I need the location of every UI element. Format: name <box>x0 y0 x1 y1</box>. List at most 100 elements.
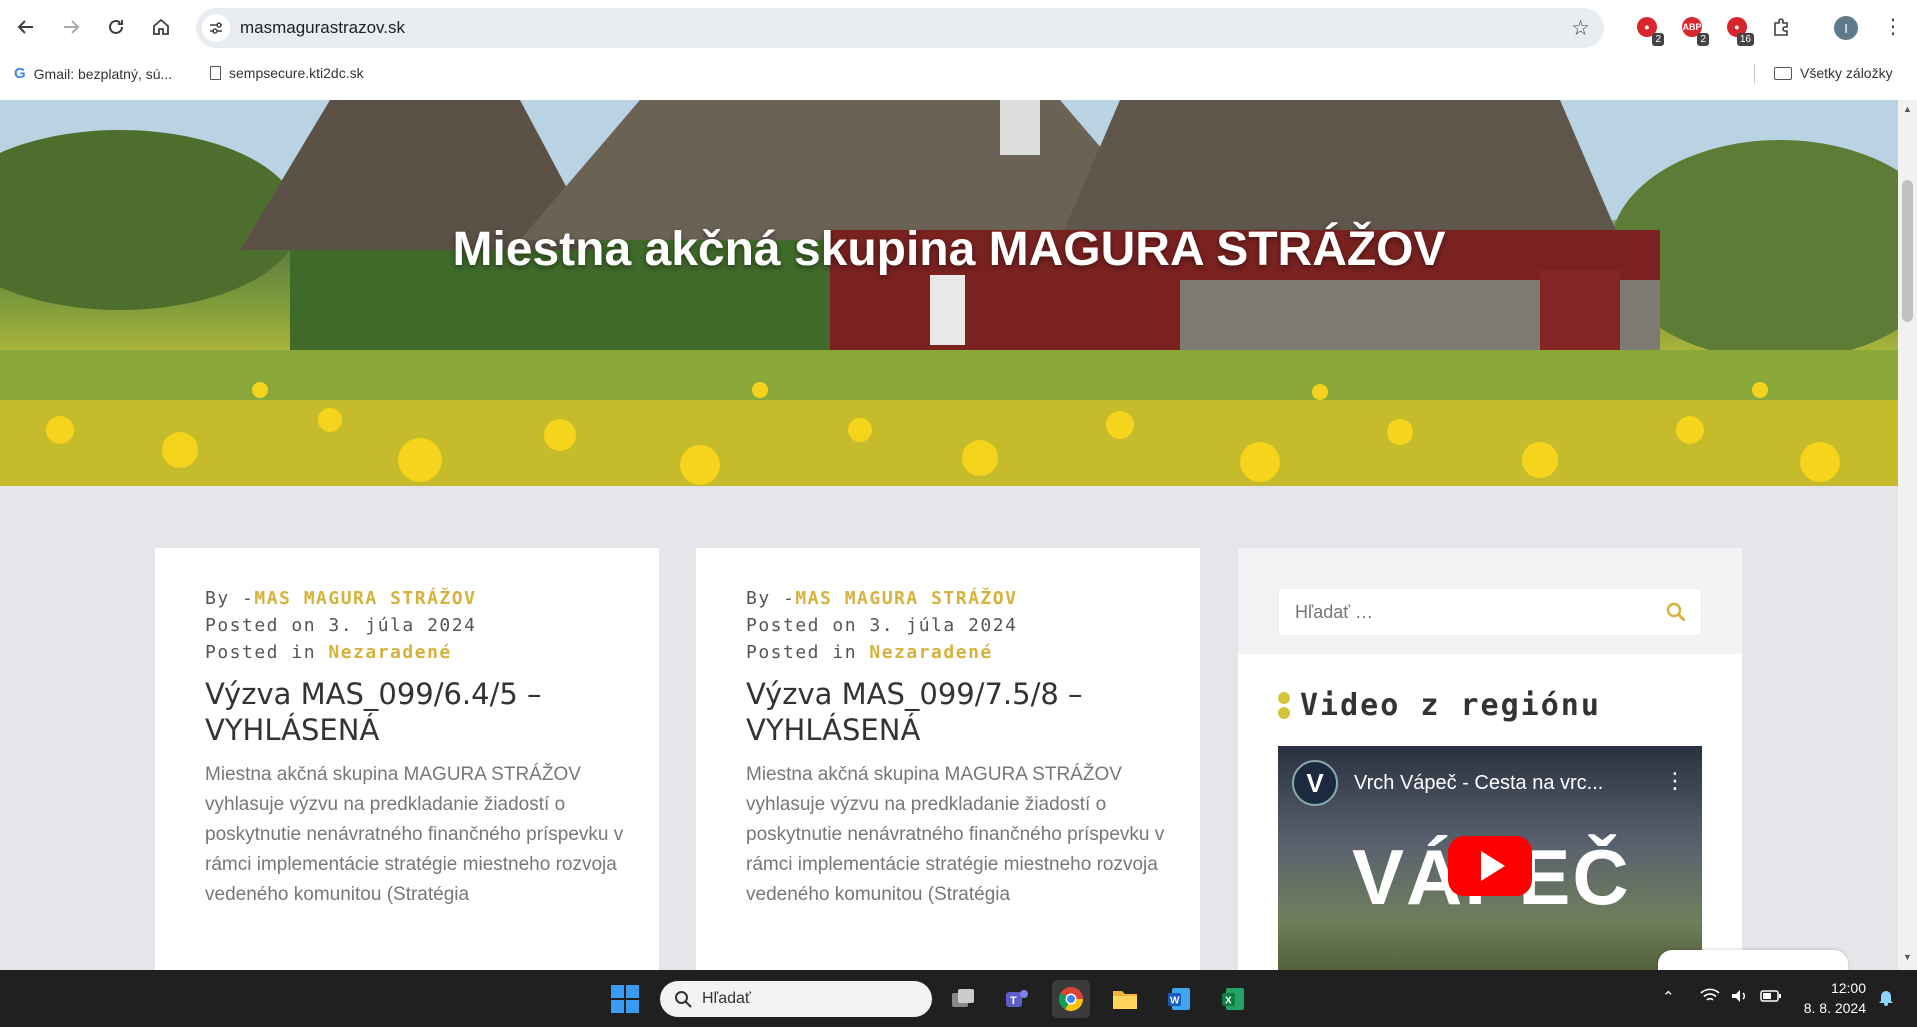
by-label: By - <box>205 588 255 609</box>
home-icon <box>153 18 169 35</box>
home-button[interactable] <box>146 12 176 42</box>
scrollbar-thumb[interactable] <box>1902 180 1913 322</box>
by-label: By - <box>746 588 796 609</box>
folder-icon <box>1113 991 1137 1009</box>
post-excerpt: Miestna akčná skupina MAGURA STRÁŽOV vyh… <box>746 764 1165 905</box>
posted-on-label: Posted on <box>205 615 329 636</box>
post-title[interactable]: Výzva MAS_099/7.5/8 – VYHLÁSENÁ <box>746 676 1146 748</box>
post-date[interactable]: 3. júla 2024 <box>869 615 1017 636</box>
excel-icon: X <box>1222 988 1244 1010</box>
system-clock[interactable]: 12:00 8. 8. 2024 <box>1800 978 1866 1018</box>
post-date-line: Posted on 3. júla 2024 <box>205 615 476 636</box>
teams-button[interactable]: T <box>998 980 1036 1018</box>
search-widget <box>1238 548 1742 654</box>
reload-button[interactable] <box>101 12 131 42</box>
extension-badge: 2 <box>1697 33 1709 46</box>
folder-icon <box>1774 66 1792 80</box>
channel-avatar[interactable]: V <box>1292 760 1338 806</box>
clock-date: 8. 8. 2024 <box>1803 1000 1866 1016</box>
address-bar[interactable]: masmagurastrazov.sk ☆ <box>196 8 1604 48</box>
post-date[interactable]: 3. júla 2024 <box>328 615 476 636</box>
chrome-taskbar-button[interactable] <box>1052 980 1090 1018</box>
word-button[interactable]: W <box>1160 980 1198 1018</box>
scroll-up-arrow-icon[interactable]: ▲ <box>1903 104 1912 114</box>
post-category-line: Posted in Nezaradené <box>746 642 993 663</box>
search-icon[interactable] <box>1665 601 1687 623</box>
post-author-link[interactable]: MAS MAGURA STRÁŽOV <box>795 588 1017 609</box>
arrow-left-icon <box>17 20 33 34</box>
extension-button-1[interactable]: ● 2 <box>1634 14 1664 46</box>
more-vertical-icon[interactable]: ⋮ <box>1664 768 1686 794</box>
svg-text:W: W <box>1170 996 1180 1007</box>
profile-avatar[interactable]: I <box>1834 16 1858 40</box>
page-icon <box>210 66 221 80</box>
clock-time: 12:00 <box>1830 980 1866 996</box>
taskbar-search[interactable]: Hľadať <box>660 981 932 1017</box>
sidebar: Video z regiónu V Vrch Vápeč - Cesta na … <box>1238 548 1742 970</box>
bookmarks-divider <box>1754 64 1755 84</box>
play-button[interactable] <box>1448 836 1532 896</box>
notification-bell-icon[interactable] <box>1878 988 1894 1010</box>
post-category-link[interactable]: Nezaradené <box>869 642 992 663</box>
extension-button-abp[interactable]: ABP 2 <box>1679 14 1709 46</box>
post-title[interactable]: Výzva MAS_099/6.4/5 – VYHLÁSENÁ <box>205 676 605 748</box>
browser-toolbar: masmagurastrazov.sk ☆ ● 2 ABP 2 ● 16 I ⋮ <box>0 0 1917 56</box>
hero-banner: Miestna akčná skupina MAGURA STRÁŽOV <box>0 100 1898 486</box>
bookmark-sempsecure[interactable]: sempsecure.kti2dc.sk <box>210 65 364 81</box>
google-icon: G <box>14 65 26 82</box>
heading-bullet-icon <box>1278 692 1290 719</box>
wifi-icon[interactable] <box>1700 988 1720 1008</box>
taskbar-search-label: Hľadať <box>702 990 751 1007</box>
puzzle-icon <box>1774 18 1788 36</box>
hero-farmhouse-image <box>0 100 1898 486</box>
bookmark-gmail[interactable]: G Gmail: bezplatný, sú... <box>14 65 172 82</box>
volume-icon[interactable] <box>1730 988 1750 1008</box>
windows-icon <box>611 985 639 1013</box>
site-info-icon[interactable] <box>202 14 230 42</box>
teams-icon: T <box>1006 990 1028 1007</box>
floating-widget-tab[interactable] <box>1658 950 1848 970</box>
bookmarks-bar: G Gmail: bezplatný, sú... sempsecure.kti… <box>0 60 1917 90</box>
posted-in-label: Posted in <box>746 642 870 663</box>
scroll-down-arrow-icon[interactable]: ▼ <box>1903 952 1912 962</box>
arrow-right-icon <box>64 20 80 34</box>
video-title[interactable]: Vrch Vápeč - Cesta na vrc... <box>1354 772 1603 795</box>
search-icon <box>675 991 692 1008</box>
posted-in-label: Posted in <box>205 642 329 663</box>
task-view-button[interactable] <box>944 980 982 1018</box>
page-viewport: Miestna akčná skupina MAGURA STRÁŽOV ▲ ▼… <box>0 100 1917 970</box>
bookmark-label: sempsecure.kti2dc.sk <box>229 65 364 81</box>
post-category-link[interactable]: Nezaradené <box>328 642 451 663</box>
browser-menu-button[interactable]: ⋮ <box>1880 14 1906 40</box>
post-author-link[interactable]: MAS MAGURA STRÁŽOV <box>254 588 476 609</box>
all-bookmarks-button[interactable]: Všetky záložky <box>1774 65 1893 81</box>
video-widget-heading: Video z regiónu <box>1278 688 1601 723</box>
site-title[interactable]: Miestna akčná skupina MAGURA STRÁŽOV <box>0 222 1898 277</box>
bookmark-star-icon[interactable]: ☆ <box>1571 16 1590 41</box>
extension-button-2[interactable]: ● 16 <box>1724 14 1754 46</box>
youtube-video-embed[interactable]: V Vrch Vápeč - Cesta na vrc... ⋮ VÁPEČ <box>1278 746 1702 970</box>
file-explorer-button[interactable] <box>1106 980 1144 1018</box>
post-card: By -MAS MAGURA STRÁŽOV Posted on 3. júla… <box>696 548 1200 970</box>
post-excerpt: Miestna akčná skupina MAGURA STRÁŽOV vyh… <box>205 764 624 905</box>
battery-icon[interactable] <box>1760 988 1782 1008</box>
search-box[interactable] <box>1278 588 1702 636</box>
chrome-icon <box>1058 987 1083 1012</box>
start-button[interactable] <box>606 980 644 1018</box>
chevron-up-icon[interactable]: ⌃ <box>1662 988 1675 1006</box>
post-card: By -MAS MAGURA STRÁŽOV Posted on 3. júla… <box>155 548 659 970</box>
excel-button[interactable]: X <box>1214 980 1252 1018</box>
task-view-icon <box>952 989 974 1007</box>
search-input[interactable] <box>1295 602 1655 623</box>
post-date-line: Posted on 3. júla 2024 <box>746 615 1017 636</box>
svg-text:T: T <box>1010 995 1017 1007</box>
post-author-line: By -MAS MAGURA STRÁŽOV <box>205 588 476 609</box>
post-category-line: Posted in Nezaradené <box>205 642 452 663</box>
more-vertical-icon: ⋮ <box>1883 16 1903 38</box>
extensions-menu-button[interactable] <box>1768 14 1794 40</box>
posted-on-label: Posted on <box>746 615 870 636</box>
post-author-line: By -MAS MAGURA STRÁŽOV <box>746 588 1017 609</box>
forward-button[interactable] <box>56 12 86 42</box>
back-button[interactable] <box>11 12 41 42</box>
page-scrollbar[interactable]: ▲ ▼ <box>1898 100 1917 970</box>
